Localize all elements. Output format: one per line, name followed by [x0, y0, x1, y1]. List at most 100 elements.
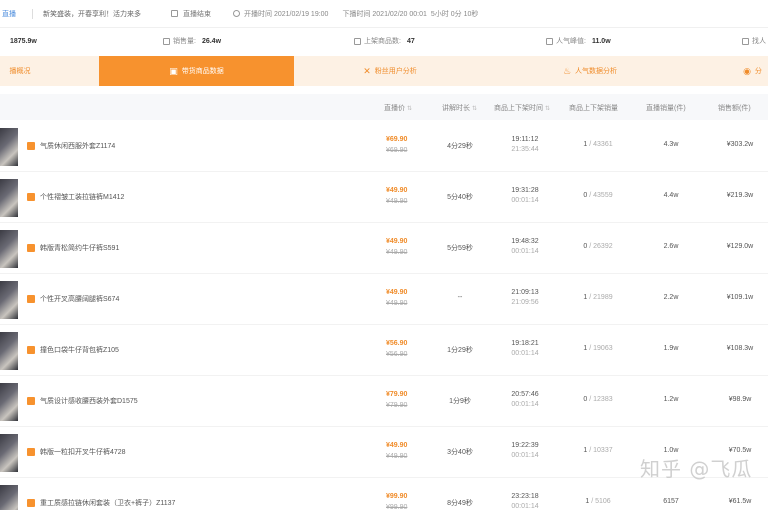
onoff-sales-b: / 12383: [589, 396, 613, 403]
product-thumbnail[interactable]: [0, 485, 18, 510]
product-name[interactable]: 撞色口袋牛仔背包裤Z105: [40, 345, 119, 355]
product-thumbnail[interactable]: [0, 281, 18, 319]
row-checkbox[interactable]: [27, 244, 35, 252]
product-price: ¥49.90 ¥49.90: [386, 289, 416, 307]
status-label: 直播结束: [183, 10, 211, 18]
fire-icon: ♨: [562, 65, 572, 76]
product-name[interactable]: 气质休闲西服外套Z1174: [40, 141, 115, 151]
on-shelf-time: 21:09:13: [511, 289, 539, 296]
onoff-sales: 1 / 10337: [566, 447, 630, 454]
on-shelf-time: 19:31:28: [511, 187, 539, 194]
col-revenue[interactable]: 销售额(件): [718, 103, 751, 113]
onoff-sales-b: / 19063: [589, 345, 613, 352]
users-icon: ✕: [363, 65, 371, 76]
onoff-sales-a: 0: [583, 243, 588, 250]
row-checkbox[interactable]: [27, 499, 35, 507]
stat-sales: 销售量: 26.4w: [163, 36, 221, 46]
clock-icon: [233, 10, 240, 17]
revenue: ¥61.5w: [728, 498, 752, 505]
col-duration[interactable]: 讲解时长 ⇅: [442, 103, 477, 113]
onoff-sales: 0 / 43559: [566, 192, 630, 199]
breadcrumb[interactable]: 直播: [2, 9, 16, 19]
onoff-sales: 0 / 12383: [566, 396, 630, 403]
table-row[interactable]: 韩版青松简约牛仔裤S591 ¥49.90 ¥49.90 5分59秒 19:48:32 00…: [0, 224, 768, 274]
live-price: ¥79.90: [386, 391, 408, 398]
product-thumbnail[interactable]: [0, 230, 18, 268]
table-row[interactable]: 气质休闲西服外套Z1174 ¥69.90 ¥69.90 4分29秒 19:11:12 21…: [0, 122, 768, 172]
on-shelf-time: 19:22:39: [511, 442, 539, 449]
table-row[interactable]: 个性开叉高腰阔腿裤S674 ¥49.90 ¥49.90 -- 21:09:13 21:09…: [0, 275, 768, 325]
product-name[interactable]: 韩版青松简约牛仔裤S591: [40, 243, 119, 253]
product-name[interactable]: 个性开叉高腰阔腿裤S674: [40, 294, 119, 304]
table-row[interactable]: 个性褶皱工装拉链裤M1412 ¥49.90 ¥49.90 5分40秒 19:31:28 0…: [0, 173, 768, 223]
table-row[interactable]: 撞色口袋牛仔背包裤Z105 ¥56.90 ¥56.90 1分29秒 19:18:21 00…: [0, 326, 768, 376]
start-time: 开播时间 2021/02/19 19:00: [233, 9, 328, 19]
products-icon: [354, 37, 361, 45]
product-name[interactable]: 气质设计感收腰西装外套D1575: [40, 396, 138, 406]
product-thumbnail[interactable]: [0, 179, 18, 217]
more-icon: [742, 37, 749, 45]
live-info-bar: 直播 新笑盛装，开春享利！活力来多 直播结束 开播时间 2021/02/19 1…: [0, 0, 768, 28]
live-price: ¥49.90: [386, 187, 408, 194]
tab-fans[interactable]: ✕ 粉丝用户分析: [335, 56, 445, 86]
onoff-sales-b: / 10337: [589, 447, 613, 454]
start-time-text: 开播时间 2021/02/19 19:00: [244, 10, 329, 18]
live-price: ¥49.90: [386, 442, 408, 449]
bag-icon: ▣: [169, 65, 178, 76]
end-time: 下播时间 2021/02/20 00:01: [342, 10, 427, 18]
live-sales: 4.4w: [663, 192, 679, 199]
original-price: ¥79.90: [386, 402, 408, 409]
product-name[interactable]: 重工质感拉链休闲套装（卫衣+裤子）Z1137: [40, 498, 175, 508]
stat-peak-value: 11.0w: [591, 37, 611, 45]
row-checkbox[interactable]: [27, 142, 35, 150]
product-name[interactable]: 韩版一粒扣开叉牛仔裤4728: [40, 447, 126, 457]
onoff-sales-b: / 5106: [591, 498, 611, 505]
live-price: ¥99.90: [386, 493, 408, 500]
onoff-sales-a: 0: [583, 192, 588, 199]
row-checkbox[interactable]: [27, 448, 35, 456]
product-thumbnail[interactable]: [0, 128, 18, 166]
row-checkbox[interactable]: [27, 295, 35, 303]
row-checkbox[interactable]: [27, 193, 35, 201]
onoff-sales-a: 1: [583, 294, 588, 301]
col-live-sales[interactable]: 直播销量(件): [646, 103, 686, 113]
product-thumbnail[interactable]: [0, 332, 18, 370]
stat-gmv-value: 1875.9w: [10, 37, 37, 45]
table-row[interactable]: 气质设计感收腰西装外套D1575 ¥79.90 ¥79.90 1分9秒 20:57:46…: [0, 377, 768, 427]
stats-bar: 1875.9w 销售量: 26.4w 上架商品数: 47 人气峰值: 11.0w 找人: [0, 30, 768, 52]
divider: [32, 8, 33, 19]
onoff-sales: 1 / 21989: [566, 294, 630, 301]
live-sales: 4.3w: [663, 141, 679, 148]
row-checkbox[interactable]: [27, 346, 35, 354]
tab-products[interactable]: ▣ 带货商品数据: [99, 56, 294, 86]
tab-popularity[interactable]: ♨ 人气数据分析: [535, 56, 645, 86]
product-price: ¥56.90 ¥56.90: [386, 340, 416, 358]
sales-icon: [163, 37, 170, 45]
revenue: ¥219.3w: [726, 192, 754, 199]
explain-duration: 8分49秒: [447, 500, 473, 507]
onoff-time: 19:31:28 00:01:14: [492, 187, 558, 204]
original-price: ¥49.90: [386, 300, 408, 307]
stat-gmv: 1875.9w: [4, 38, 37, 45]
tab-more[interactable]: ◉ 分: [737, 56, 768, 86]
col-onoff-time[interactable]: 商品上下架时间 ⇅: [494, 103, 550, 113]
live-price: ¥69.90: [386, 136, 408, 143]
onoff-time: 19:48:32 00:01:14: [492, 238, 558, 255]
live-sales: 1.9w: [663, 345, 679, 352]
watermark: 知乎 @飞瓜: [640, 457, 753, 481]
original-price: ¥49.90: [386, 198, 408, 205]
table-row[interactable]: 重工质感拉链休闲套装（卫衣+裤子）Z1137 ¥99.90 ¥99.90 8分49秒 2…: [0, 479, 768, 510]
original-price: ¥69.90: [386, 147, 408, 154]
sort-icon: ⇅: [545, 106, 551, 112]
product-thumbnail[interactable]: [0, 383, 18, 421]
col-onoff-sales[interactable]: 商品上下架销量: [569, 103, 618, 113]
explain-duration: --: [457, 294, 463, 301]
col-price[interactable]: 直播价 ⇅: [384, 103, 412, 113]
row-checkbox[interactable]: [27, 397, 35, 405]
product-thumbnail[interactable]: [0, 434, 18, 472]
status-icon: [171, 10, 178, 17]
sort-icon: ⇅: [407, 106, 413, 112]
onoff-sales-b: / 43361: [589, 141, 613, 148]
product-name[interactable]: 个性褶皱工装拉链裤M1412: [40, 192, 124, 202]
tab-overview[interactable]: 播概况: [0, 56, 40, 86]
